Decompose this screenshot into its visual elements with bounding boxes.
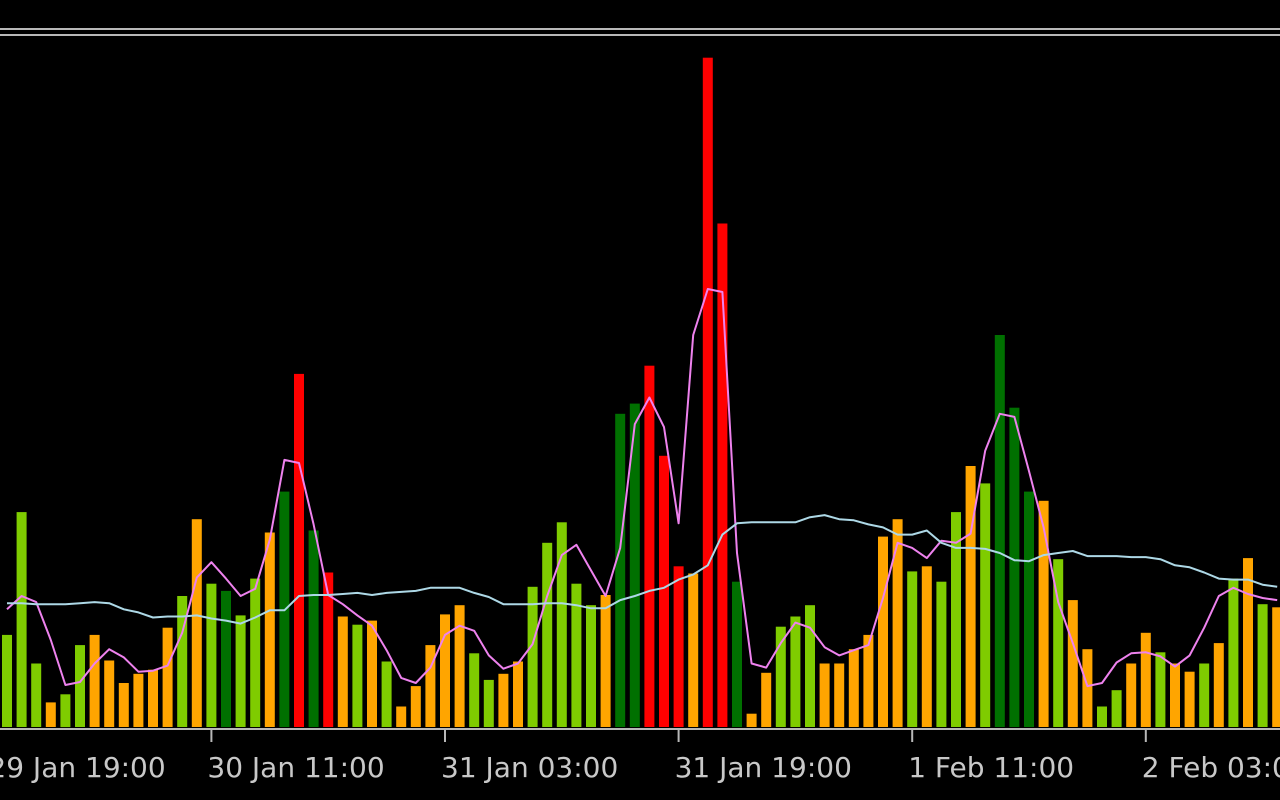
volume-bar <box>834 663 845 727</box>
volume-bar <box>790 616 801 727</box>
volume-bar <box>513 661 523 727</box>
volume-bar <box>104 660 115 727</box>
volume-bar <box>965 466 976 727</box>
volume-bar <box>308 530 319 727</box>
volume-bar <box>264 532 275 727</box>
volume-bar <box>1067 600 1078 727</box>
volume-bar <box>118 683 129 727</box>
volume-bar <box>644 365 655 727</box>
volume-bar <box>615 413 626 727</box>
volume-bar <box>1126 663 1137 727</box>
volume-bar <box>994 335 1005 727</box>
volume-bar <box>980 483 991 727</box>
volume-bar <box>863 634 874 727</box>
volume-bar <box>1009 407 1020 727</box>
volume-bar <box>1228 578 1239 727</box>
x-tick-label: 29 Jan 19:00 <box>0 751 166 784</box>
volume-bar <box>586 605 596 727</box>
volume-bar <box>1111 690 1122 727</box>
volume-bar <box>1097 706 1107 727</box>
volume-bar <box>191 519 202 727</box>
x-tick-label: 1 Feb 11:00 <box>908 751 1074 784</box>
volume-bar <box>892 519 903 727</box>
volume-bar <box>75 645 85 727</box>
volume-bar <box>819 663 830 727</box>
volume-bar <box>673 566 684 727</box>
volume-bar <box>337 616 348 727</box>
volume-bar <box>1170 663 1180 727</box>
volume-bar <box>235 615 246 727</box>
x-axis-ticks: 29 Jan 19:00 30 Jan 11:00 31 Jan 03:00 31 J… <box>0 729 1280 784</box>
volume-bar <box>45 702 56 727</box>
volume-bar <box>805 605 815 727</box>
volume-bar <box>89 634 100 727</box>
volume-bar <box>367 620 377 727</box>
volume-bar <box>148 669 158 727</box>
volume-bar <box>469 653 480 727</box>
volume-bar <box>600 595 611 727</box>
x-tick-label: 30 Jan 11:00 <box>207 751 384 784</box>
volume-bar <box>1199 663 1210 727</box>
volume-bar <box>250 578 261 727</box>
volume-bar <box>381 661 392 727</box>
volume-bar <box>1243 558 1253 727</box>
volume-bar <box>1082 649 1093 727</box>
volume-bar <box>454 605 465 727</box>
volume-bar <box>2 634 12 727</box>
volume-bar <box>702 57 713 727</box>
volume-bar <box>133 673 144 727</box>
volume-chart: 29 Jan 19:00 30 Jan 11:00 31 Jan 03:00 31 J… <box>0 57 1280 784</box>
volume-bar <box>761 672 772 727</box>
volume-bar <box>60 694 71 728</box>
volume-bar <box>936 581 947 727</box>
volume-bar <box>878 536 888 727</box>
volume-bar <box>1257 604 1268 727</box>
x-tick-label: 2 Feb 03:00 <box>1142 751 1280 784</box>
x-tick-label: 31 Jan 19:00 <box>675 751 852 784</box>
volume-bar <box>16 512 27 727</box>
volume-bar <box>1155 652 1166 727</box>
volume-bar <box>221 590 231 727</box>
volume-bars <box>2 57 1280 728</box>
volume-bar <box>162 627 173 727</box>
volume-bar <box>921 566 932 727</box>
volume-bar <box>732 581 742 727</box>
volume-bar <box>352 624 363 727</box>
volume-bar <box>206 583 217 727</box>
volume-bar <box>746 713 757 727</box>
volume-bar <box>483 679 494 727</box>
volume-bar <box>951 512 961 727</box>
volume-bar <box>1213 643 1224 727</box>
volume-bar <box>1140 632 1151 727</box>
volume-bar <box>1272 607 1280 727</box>
volume-bar <box>294 373 304 727</box>
volume-bar <box>848 649 859 727</box>
volume-bar <box>1184 671 1195 727</box>
volume-bar <box>410 686 421 727</box>
volume-bar <box>542 542 553 727</box>
volume-bar <box>31 663 42 727</box>
volume-bar <box>396 706 407 727</box>
volume-bar <box>527 586 538 727</box>
x-tick-label: 31 Jan 03:00 <box>441 751 618 784</box>
volume-bar <box>907 571 918 727</box>
volume-bar <box>1024 491 1034 727</box>
volume-bar <box>1038 500 1049 727</box>
volume-bar <box>659 455 669 727</box>
volume-bar <box>440 614 450 727</box>
volume-bar <box>498 673 509 727</box>
volume-bar <box>688 573 699 727</box>
